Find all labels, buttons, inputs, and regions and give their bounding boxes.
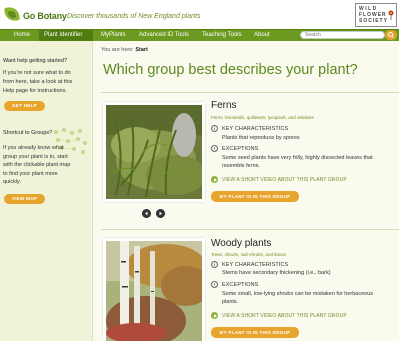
shortcut-line-3: with the clickable plant map: [3, 162, 71, 168]
search-input[interactable]: [301, 32, 384, 38]
search-icon: [388, 32, 394, 38]
shortcut-heading: Shortcut to Groups?: [3, 130, 53, 136]
get-help-button[interactable]: GET HELP: [4, 101, 45, 111]
key-characteristics-label: KEY CHARACTERISTICS: [222, 126, 289, 132]
group-subtitle-woody-plants: Trees, shrubs, sub-shrubs, and lianas: [211, 252, 286, 257]
exceptions-label: EXCEPTIONS: [222, 282, 259, 288]
key-characteristics-label: KEY CHARACTERISTICS: [222, 262, 289, 268]
divider: [101, 229, 399, 230]
woody-plants-photo: [106, 241, 202, 341]
help-line-3: Help page for instructions.: [3, 88, 67, 94]
woody-plants-image: [103, 238, 205, 341]
shortcut-line-5: quickly.: [3, 179, 21, 185]
shortcut-line-1: If you already know what: [3, 145, 64, 151]
next-image-icon[interactable]: [156, 209, 165, 218]
ferns-image: [103, 102, 205, 202]
exceptions-line-1: Some small, low-lying shrubs can be mist…: [222, 291, 374, 297]
nav-plant-identifier[interactable]: Plant Identifier: [44, 32, 82, 38]
leaf-logo-inner-icon: [8, 11, 16, 18]
shortcut-line-2: group your plant is in, start: [3, 153, 68, 160]
tagline: Discover thousands of New England plants: [67, 13, 201, 20]
ferns-photo: [106, 105, 202, 199]
shortcut-line-4: to find your plant more: [3, 170, 58, 177]
site-header: Go Botany Discover thousands of New Engl…: [0, 0, 399, 29]
nav-advanced-id-tools[interactable]: Advanced ID Tools: [139, 32, 189, 38]
exceptions-label: EXCEPTIONS: [222, 146, 259, 152]
page-title: Which group best describes your plant?: [103, 62, 358, 78]
flower-icon: [388, 10, 394, 20]
breadcrumb-current: Start: [135, 47, 148, 53]
key-characteristics-icon: i: [211, 125, 218, 132]
nav-about[interactable]: About: [254, 32, 270, 38]
group-name-woody-plants: Woody plants: [211, 238, 272, 249]
exceptions-line-1: Some seed plants have very frilly, highl…: [222, 155, 373, 161]
exceptions-line-2: resemble ferns.: [222, 163, 260, 169]
help-heading: Want help getting started?: [3, 58, 68, 64]
go-botany-logo[interactable]: Go Botany Discover thousands of New Engl…: [2, 3, 399, 23]
key-characteristics-text: Plants that reproduce by spores: [222, 135, 300, 141]
wild-flower-society-logo[interactable]: WILD FLOWER SOCIETY: [355, 3, 397, 27]
key-characteristics-icon: i: [211, 261, 218, 268]
breadcrumb: You are here: Start: [101, 47, 148, 53]
previous-image-icon[interactable]: [142, 209, 151, 218]
help-line-2: from here, take a look at this: [3, 79, 73, 85]
nav-myplants[interactable]: MyPlants: [101, 32, 126, 38]
group-name-ferns: Ferns: [211, 100, 237, 111]
group-subtitle-ferns: Ferns, horsetails, quillworts, lycopods,…: [211, 115, 314, 120]
my-plant-in-group-button-woody-plants[interactable]: MY PLANT IS IN THIS GROUP: [211, 327, 299, 338]
key-characteristics-text: Stems have secondary thickening (i.e., b…: [222, 270, 331, 276]
exceptions-line-2: plants.: [222, 299, 239, 305]
view-video-link-woody-plants[interactable]: VIEW A SHORT VIDEO ABOUT THIS PLANT GROU…: [222, 313, 347, 319]
exceptions-icon: !: [211, 281, 218, 288]
view-video-link-ferns[interactable]: VIEW A SHORT VIDEO ABOUT THIS PLANT GROU…: [222, 177, 347, 183]
help-line-1: If you're not sure what to do: [3, 70, 71, 76]
partner-line-3: SOCIETY: [359, 18, 388, 24]
search-box[interactable]: [300, 31, 385, 39]
nav-teaching-tools[interactable]: Teaching Tools: [202, 32, 242, 38]
view-map-button[interactable]: VIEW MAP: [4, 194, 45, 204]
divider: [101, 92, 399, 93]
breadcrumb-prefix: You are here:: [101, 47, 134, 53]
logo-text: Go Botany: [23, 11, 67, 21]
exceptions-icon: !: [211, 145, 218, 152]
nav-home[interactable]: Home: [14, 32, 30, 38]
search-button[interactable]: [385, 30, 397, 40]
my-plant-in-group-button-ferns[interactable]: MY PLANT IS IN THIS GROUP: [211, 191, 299, 202]
play-video-icon[interactable]: [211, 312, 218, 319]
play-video-icon[interactable]: [211, 176, 218, 183]
